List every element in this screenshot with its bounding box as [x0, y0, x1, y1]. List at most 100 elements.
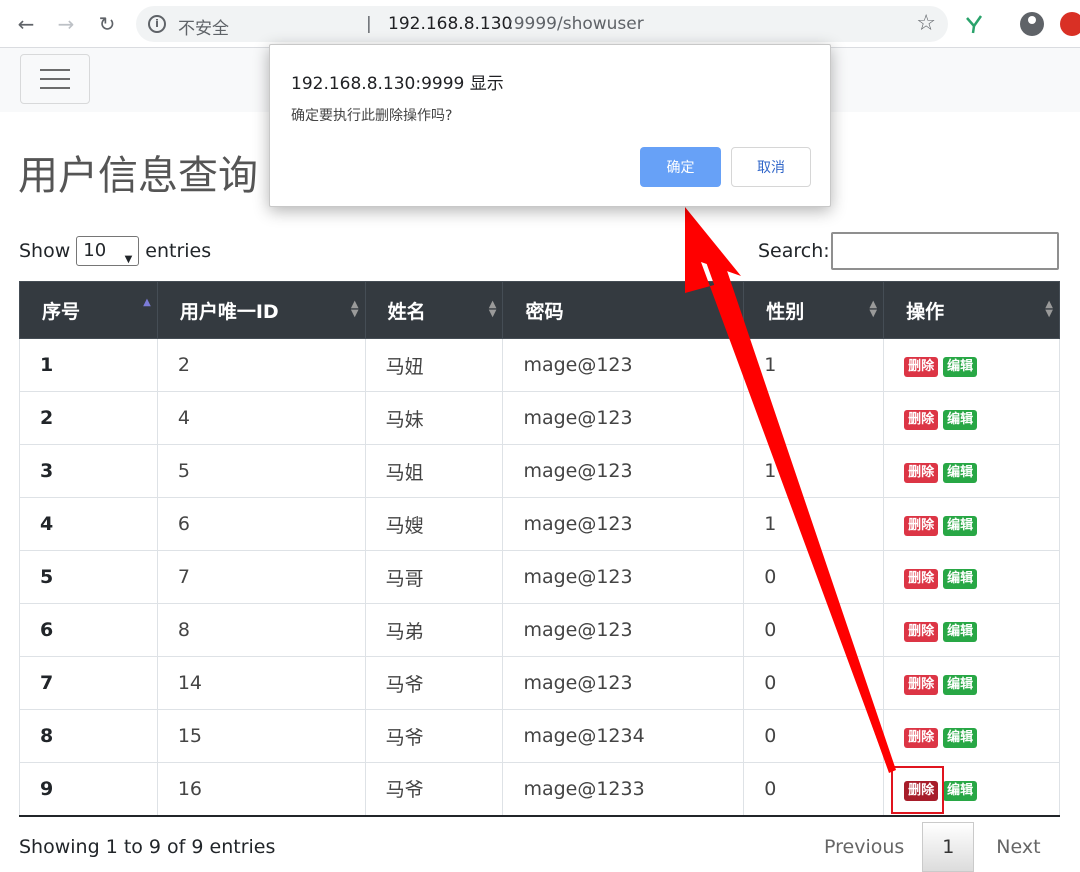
column-header-password[interactable]: 密码 ▲ ▼ — [502, 281, 745, 339]
table-row: 8 15 马爷 mage@1234 0 删除 编辑 — [19, 709, 1060, 763]
info-icon[interactable]: i — [148, 15, 166, 33]
column-header-index[interactable]: 序号 ▲ — [19, 281, 158, 339]
extension-red-icon[interactable] — [1060, 12, 1080, 36]
dropdown-caret-icon: ▼ — [124, 254, 133, 265]
navbar-toggler-button[interactable] — [20, 54, 90, 104]
sort-both-icon: ▲ ▼ — [1045, 299, 1053, 319]
cell-gender: 0 — [743, 762, 885, 817]
cell-index: 8 — [19, 709, 158, 763]
search-input[interactable] — [831, 232, 1059, 270]
previous-page-button[interactable]: Previous — [806, 836, 922, 858]
table-row: 5 7 马哥 mage@123 0 删除 编辑 — [19, 550, 1060, 604]
cell-uid: 16 — [156, 762, 366, 817]
cell-actions: 删除 编辑 — [883, 550, 1060, 604]
cell-name: 马爷 — [364, 656, 504, 710]
column-header-gender[interactable]: 性别 ▲ ▼ — [743, 281, 885, 339]
edit-button[interactable]: 编辑 — [943, 780, 978, 801]
cell-name: 马嫂 — [364, 497, 504, 551]
hamburger-line — [40, 78, 70, 80]
sort-both-icon: ▲ ▼ — [869, 299, 878, 319]
page-length-control: Show 10 ▼ entries — [19, 236, 211, 266]
show-label: Show — [19, 240, 71, 262]
confirm-cancel-button[interactable]: 取消 — [731, 147, 811, 187]
table-header-row: 序号 ▲ 用户唯一ID ▲ ▼ 姓名 ▲ ▼ 密码 ▲ ▼ 性别 ▲ ▼ 操作 ▲ ▼ — [19, 281, 1060, 339]
cell-uid: 15 — [156, 709, 366, 763]
cell-gender: 0 — [743, 603, 885, 657]
back-arrow-icon[interactable]: ← — [12, 10, 40, 38]
cell-gender: 1 — [743, 497, 885, 551]
table-row: 1 2 马妞 mage@123 1 删除 编辑 — [19, 338, 1060, 392]
pagination: Previous 1 Next — [806, 822, 1063, 872]
header-label: 序号 — [42, 300, 81, 323]
page-length-select[interactable]: 10 ▼ — [76, 236, 140, 266]
url-path: :9999/showuser — [508, 14, 644, 34]
delete-button[interactable]: 删除 — [904, 622, 939, 642]
table-body: 1 2 马妞 mage@123 1 删除 编辑 2 4 马妹 mage@123 删除 编辑 3 5 马姐 mag… — [19, 338, 1060, 817]
reload-icon[interactable]: ↻ — [93, 10, 121, 38]
cell-name: 马爷 — [364, 762, 504, 817]
column-header-actions[interactable]: 操作 ▲ ▼ — [883, 281, 1060, 339]
cell-gender — [743, 391, 885, 445]
cell-actions: 删除 编辑 — [883, 603, 1060, 657]
cell-index: 9 — [19, 762, 158, 817]
cell-password: mage@123 — [502, 603, 745, 657]
page-title: 用户信息查询 — [18, 153, 258, 199]
cell-password: mage@123 — [502, 656, 745, 710]
delete-button[interactable]: 删除 — [904, 728, 939, 748]
edit-button[interactable]: 编辑 — [943, 463, 978, 483]
cell-actions: 删除 编辑 — [883, 444, 1060, 498]
edit-button[interactable]: 编辑 — [943, 410, 978, 430]
forward-arrow-icon[interactable]: → — [52, 10, 80, 38]
cell-index: 3 — [19, 444, 158, 498]
cell-password: mage@123 — [502, 444, 745, 498]
cell-gender: 1 — [743, 338, 885, 392]
dialog-message: 确定要执行此删除操作吗? — [291, 108, 453, 124]
cell-password: mage@123 — [502, 497, 745, 551]
current-page-button[interactable]: 1 — [922, 822, 975, 872]
delete-button[interactable]: 删除 — [904, 410, 939, 430]
address-bar[interactable]: i 不安全 | 192.168.8.130 :9999/showuser ☆ — [136, 6, 948, 42]
cell-uid: 6 — [156, 497, 366, 551]
edit-button[interactable]: 编辑 — [943, 516, 978, 536]
table-row: 4 6 马嫂 mage@123 1 删除 编辑 — [19, 497, 1060, 551]
delete-button[interactable]: 删除 — [904, 675, 939, 695]
edit-button[interactable]: 编辑 — [943, 728, 978, 748]
edit-button[interactable]: 编辑 — [943, 675, 978, 695]
account-avatar-icon[interactable] — [1020, 12, 1044, 36]
cell-uid: 2 — [156, 338, 366, 392]
next-page-button[interactable]: Next — [974, 836, 1062, 858]
annotation-highlight-box — [891, 766, 944, 814]
hamburger-line — [40, 69, 70, 71]
cell-uid: 4 — [156, 391, 366, 445]
cell-name: 马弟 — [364, 603, 504, 657]
header-label: 姓名 — [387, 300, 426, 323]
user-table: 序号 ▲ 用户唯一ID ▲ ▼ 姓名 ▲ ▼ 密码 ▲ ▼ 性别 ▲ ▼ 操作 ▲ ▼ 1 2 马妞 mag… — [19, 281, 1060, 817]
cell-password: mage@1234 — [502, 709, 745, 763]
edit-button[interactable]: 编辑 — [943, 357, 978, 377]
insecure-label: 不安全 — [178, 19, 229, 39]
table-row: 2 4 马妹 mage@123 删除 编辑 — [19, 391, 1060, 445]
hamburger-line — [40, 87, 70, 89]
delete-button[interactable]: 删除 — [904, 516, 939, 536]
cell-name: 马哥 — [364, 550, 504, 604]
table-row: 6 8 马弟 mage@123 0 删除 编辑 — [19, 603, 1060, 657]
edit-button[interactable]: 编辑 — [943, 622, 978, 642]
column-header-uid[interactable]: 用户唯一ID ▲ ▼ — [156, 281, 366, 339]
cell-uid: 5 — [156, 444, 366, 498]
cell-password: mage@123 — [502, 550, 745, 604]
cell-actions: 删除 编辑 — [883, 391, 1060, 445]
cell-password: mage@1233 — [502, 762, 745, 817]
delete-button[interactable]: 删除 — [904, 357, 939, 377]
bookmark-star-icon[interactable]: ☆ — [916, 11, 936, 36]
extension-leaf-icon[interactable] — [962, 12, 986, 36]
confirm-ok-button[interactable]: 确定 — [640, 147, 721, 187]
cell-gender: 1 — [743, 444, 885, 498]
sort-both-icon: ▲ ▼ — [729, 299, 738, 319]
table-row: 7 14 马爷 mage@123 0 删除 编辑 — [19, 656, 1060, 710]
edit-button[interactable]: 编辑 — [943, 569, 978, 589]
column-header-name[interactable]: 姓名 ▲ ▼ — [364, 281, 504, 339]
delete-button[interactable]: 删除 — [904, 569, 939, 589]
delete-button[interactable]: 删除 — [904, 463, 939, 483]
header-label: 密码 — [525, 300, 564, 323]
cell-uid: 14 — [156, 656, 366, 710]
